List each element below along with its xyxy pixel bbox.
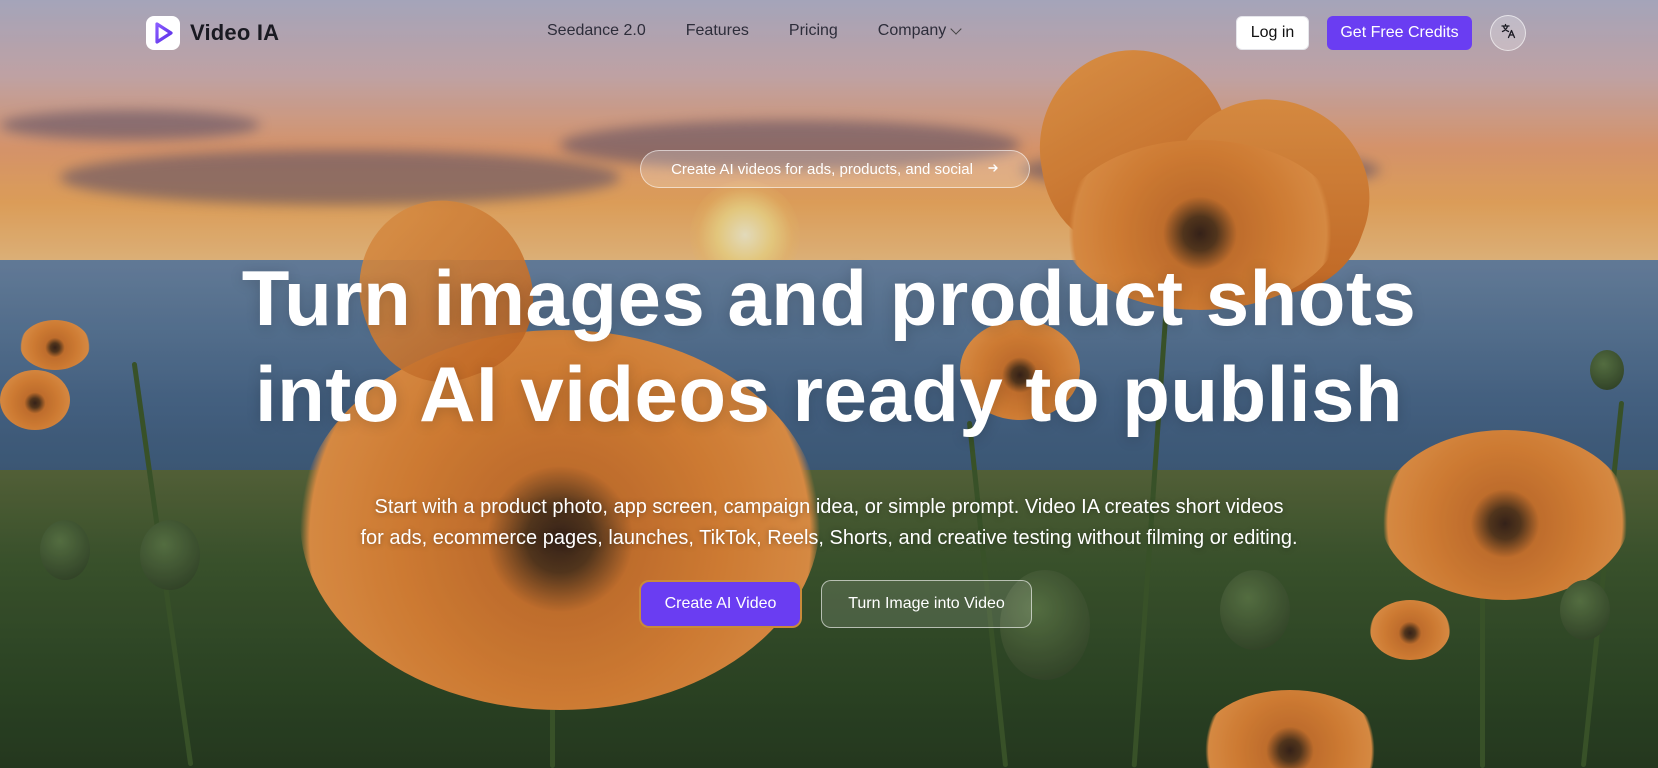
create-ai-video-button[interactable]: Create AI Video bbox=[639, 580, 802, 628]
login-button[interactable]: Log in bbox=[1236, 16, 1309, 50]
nav-link-seedance[interactable]: Seedance 2.0 bbox=[547, 22, 646, 40]
nav-link-pricing[interactable]: Pricing bbox=[789, 22, 838, 40]
hero-headline: Turn images and product shots into AI vi… bbox=[0, 250, 1658, 442]
nav-link-company[interactable]: Company bbox=[877, 22, 962, 40]
hero-headline-line-1: Turn images and product shots bbox=[241, 254, 1417, 342]
hero-subtext-line-1: Start with a product photo, app screen, … bbox=[374, 496, 1284, 518]
hero-headline-line-2: into AI videos ready to publish bbox=[254, 350, 1404, 438]
translate-icon bbox=[1500, 23, 1516, 43]
nav-links: Seedance 2.0 Features Pricing Company bbox=[547, 22, 962, 40]
nav-link-features[interactable]: Features bbox=[686, 22, 749, 40]
arrow-right-icon bbox=[987, 161, 999, 178]
hero-subtext: Start with a product photo, app screen, … bbox=[0, 492, 1658, 554]
brand-name: Video IA bbox=[190, 20, 280, 45]
turn-image-into-video-button[interactable]: Turn Image into Video bbox=[821, 580, 1032, 628]
hero-subtext-line-2: for ads, ecommerce pages, launches, TikT… bbox=[360, 527, 1298, 549]
top-navbar: Video IA Seedance 2.0 Features Pricing C… bbox=[0, 0, 1658, 66]
brand-logo[interactable]: Video IA bbox=[146, 16, 279, 50]
chevron-down-icon bbox=[950, 23, 962, 35]
announcement-pill[interactable]: Create AI videos for ads, products, and … bbox=[640, 150, 1030, 188]
announcement-pill-text: Create AI videos for ads, products, and … bbox=[671, 160, 973, 178]
language-button[interactable] bbox=[1490, 15, 1526, 51]
get-free-credits-button[interactable]: Get Free Credits bbox=[1327, 16, 1472, 50]
play-logo-icon bbox=[146, 16, 180, 50]
nav-link-company-label: Company bbox=[877, 22, 947, 39]
